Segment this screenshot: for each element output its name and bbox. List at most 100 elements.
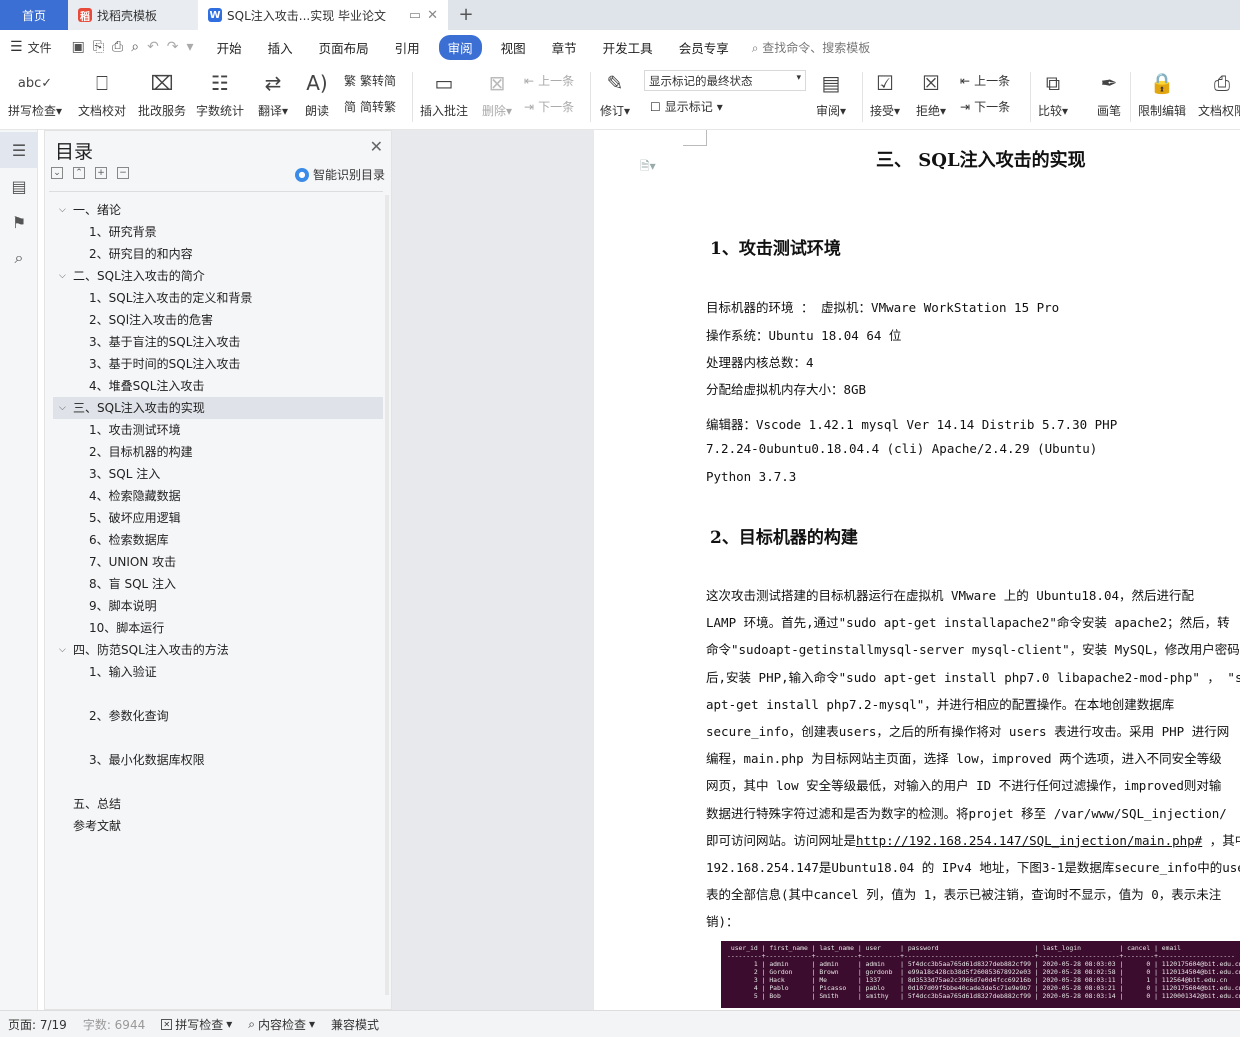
outline-item[interactable]: 4、检索隐藏数据 <box>53 485 383 507</box>
expand-all-icon[interactable]: ⌃ <box>73 167 85 179</box>
translate-button[interactable]: ⇄ 翻译▾ <box>256 68 290 119</box>
chapter-icon[interactable]: ▤ <box>0 168 38 204</box>
chevron-down-icon[interactable]: ⌵ <box>59 639 66 661</box>
file-menu-label: 文件 <box>27 40 52 55</box>
outline-item[interactable]: 3、SQL 注入 <box>53 463 383 485</box>
print-icon[interactable]: ⎙ <box>112 39 123 55</box>
simp-to-trad-button[interactable]: 简简转繁 <box>344 98 396 115</box>
restrict-edit-button[interactable]: 🔒 限制编辑 <box>1138 68 1186 119</box>
read-aloud-button[interactable]: A) 朗读 <box>300 68 334 119</box>
outline-item[interactable]: 2、目标机器的构建 <box>53 441 383 463</box>
outline-item[interactable]: 五、总结 <box>53 793 383 815</box>
file-menu-button[interactable]: ☰ 文件 <box>10 39 62 56</box>
outline-item[interactable]: 1、研究背景 <box>53 221 383 243</box>
next-change-button[interactable]: ⇥ 下一条 <box>960 98 1010 115</box>
export-pdf-icon[interactable]: ⎘ <box>93 39 104 55</box>
tab-close-icon[interactable]: ✕ <box>427 8 438 23</box>
outline-item[interactable]: ⌵ 三、SQL注入攻击的实现 <box>53 397 383 419</box>
smart-toc-button[interactable]: ● 智能识别目录 <box>294 166 385 183</box>
menu-insert[interactable]: 插入 <box>255 38 306 57</box>
outline-item[interactable]: 1、攻击测试环境 <box>53 419 383 441</box>
menu-review[interactable]: 审阅 <box>438 34 482 60</box>
content-check-toggle[interactable]: ⌕ 内容检查 ▾ <box>240 1016 323 1033</box>
outline-item[interactable]: 6、检索数据库 <box>53 529 383 551</box>
outline-item[interactable]: ⌵ 一、绪论 <box>53 199 383 221</box>
menu-member[interactable]: 会员专享 <box>666 38 742 57</box>
chevron-down-icon[interactable]: ⌵ <box>59 397 66 419</box>
outline-item[interactable]: 7、UNION 攻击 <box>53 551 383 573</box>
chevron-down-icon[interactable]: ⌵ <box>59 265 66 287</box>
doc-rights-label: 文档权限 <box>1198 104 1240 118</box>
remove-heading-icon[interactable]: − <box>117 167 129 179</box>
outline-item[interactable]: 3、基于时间的SQL注入攻击 <box>53 353 383 375</box>
outline-item[interactable]: 1、输入验证 <box>53 661 383 683</box>
doc-proof-button[interactable]: ⎕ 文档校对 <box>78 68 126 119</box>
outline-item[interactable]: 2、研究目的和内容 <box>53 243 383 265</box>
save-icon[interactable]: ▣ <box>72 39 85 55</box>
paragraph-menu-icon[interactable]: 🗎▾ <box>640 157 656 178</box>
new-tab-button[interactable]: + <box>448 0 484 30</box>
bookmark-icon[interactable]: ⚑ <box>0 204 38 240</box>
outline-item[interactable]: 2、参数化查询 <box>53 705 383 727</box>
more-icon[interactable]: ▾ <box>187 39 194 55</box>
track-changes-button[interactable]: ✎ 修订▾ <box>598 68 632 119</box>
outline-item[interactable]: ⌵ 二、SQL注入攻击的简介 <box>53 265 383 287</box>
page-indicator[interactable]: 页面: 7/19 <box>0 1016 75 1033</box>
spell-check-toggle[interactable]: ✕ 拼写检查 ▾ <box>153 1016 240 1033</box>
tab-screen-icon[interactable]: ▭ <box>409 8 421 23</box>
tab-template[interactable]: 稻 找稻壳模板 <box>68 0 198 30</box>
search-icon[interactable]: ⌕ <box>0 240 38 276</box>
spell-check-button[interactable]: abc✓ 拼写检查▾ <box>8 68 62 119</box>
tab-document[interactable]: W SQL注入攻击...实现 毕业论文 ▭ ✕ <box>198 0 448 30</box>
word-count-indicator[interactable]: 字数: 6944 <box>75 1016 153 1033</box>
outline-item[interactable]: 4、堆叠SQL注入攻击 <box>53 375 383 397</box>
outline-item[interactable]: 1、SQL注入攻击的定义和背景 <box>53 287 383 309</box>
next-comment-button[interactable]: ⇥ 下一条 <box>524 98 574 115</box>
outline-item[interactable]: 5、破坏应用逻辑 <box>53 507 383 529</box>
prev-change-button[interactable]: ⇤ 上一条 <box>960 72 1010 89</box>
word-count-label: 字数统计 <box>196 104 245 118</box>
chevron-down-icon[interactable]: ⌵ <box>59 199 66 221</box>
show-markup-button[interactable]: ☐ 显示标记 ▾ <box>650 98 723 115</box>
outline-item[interactable]: ⌵ 四、防范SQL注入攻击的方法 <box>53 639 383 661</box>
add-heading-icon[interactable]: + <box>95 167 107 179</box>
command-search[interactable]: ⌕ 查找命令、搜索模板 <box>752 39 871 56</box>
outline-icon[interactable]: ☰ <box>0 132 38 168</box>
menu-developer[interactable]: 开发工具 <box>590 38 666 57</box>
print-preview-icon[interactable]: ⌕ <box>131 39 139 55</box>
outline-item[interactable]: 8、盲 SQL 注入 <box>53 573 383 595</box>
menu-chapter[interactable]: 章节 <box>539 38 590 57</box>
doc-rights-button[interactable]: ⎙ 文档权限 <box>1198 68 1240 119</box>
outline-item[interactable]: 参考文献 <box>53 815 383 837</box>
menu-start[interactable]: 开始 <box>204 38 255 57</box>
site-url-link[interactable]: http://192.168.254.147/SQL_injection/mai… <box>856 833 1202 848</box>
menu-view[interactable]: 视图 <box>488 38 539 57</box>
markup-mode-select[interactable]: 显示标记的最终状态 ▾ <box>644 70 806 91</box>
pen-button[interactable]: ✒ 画笔 <box>1092 68 1126 119</box>
menu-references[interactable]: 引用 <box>382 38 433 57</box>
redo-icon[interactable]: ↷ <box>167 39 179 55</box>
word-count-button[interactable]: ☷ 字数统计 <box>196 68 244 119</box>
outline-item[interactable]: 9、脚本说明 <box>53 595 383 617</box>
batch-service-button[interactable]: ⌧ 批改服务 <box>138 68 186 119</box>
collapse-all-icon[interactable]: ⌄ <box>51 167 63 179</box>
prev-comment-button[interactable]: ⇤ 上一条 <box>524 72 574 89</box>
trad-to-simp-button[interactable]: 繁繁转简 <box>344 72 396 89</box>
review-pane-button[interactable]: ▤ 审阅▾ <box>814 68 848 119</box>
paragraph-line: 即可访问网站。访问网址是http://192.168.254.147/SQL_i… <box>706 827 1240 854</box>
outline-scrollbar[interactable] <box>385 195 389 995</box>
close-icon[interactable]: ✕ <box>370 137 383 156</box>
tab-home[interactable]: 首页 <box>0 0 68 30</box>
outline-item[interactable]: 10、脚本运行 <box>53 617 383 639</box>
outline-item[interactable]: 3、最小化数据库权限 <box>53 749 383 771</box>
outline-item[interactable]: 2、SQl注入攻击的危害 <box>53 309 383 331</box>
menu-page-layout[interactable]: 页面布局 <box>306 38 382 57</box>
reject-button[interactable]: ☒ 拒绝▾ <box>914 68 948 119</box>
ribbon-separator <box>412 72 413 122</box>
delete-comment-button[interactable]: ⊠ 删除▾ <box>480 68 514 119</box>
accept-button[interactable]: ☑ 接受▾ <box>868 68 902 119</box>
outline-item[interactable]: 3、基于盲注的SQL注入攻击 <box>53 331 383 353</box>
compare-button[interactable]: ⧉ 比较▾ <box>1036 68 1070 119</box>
insert-comment-button[interactable]: ▭ 插入批注 <box>420 68 468 119</box>
undo-icon[interactable]: ↶ <box>147 39 159 55</box>
